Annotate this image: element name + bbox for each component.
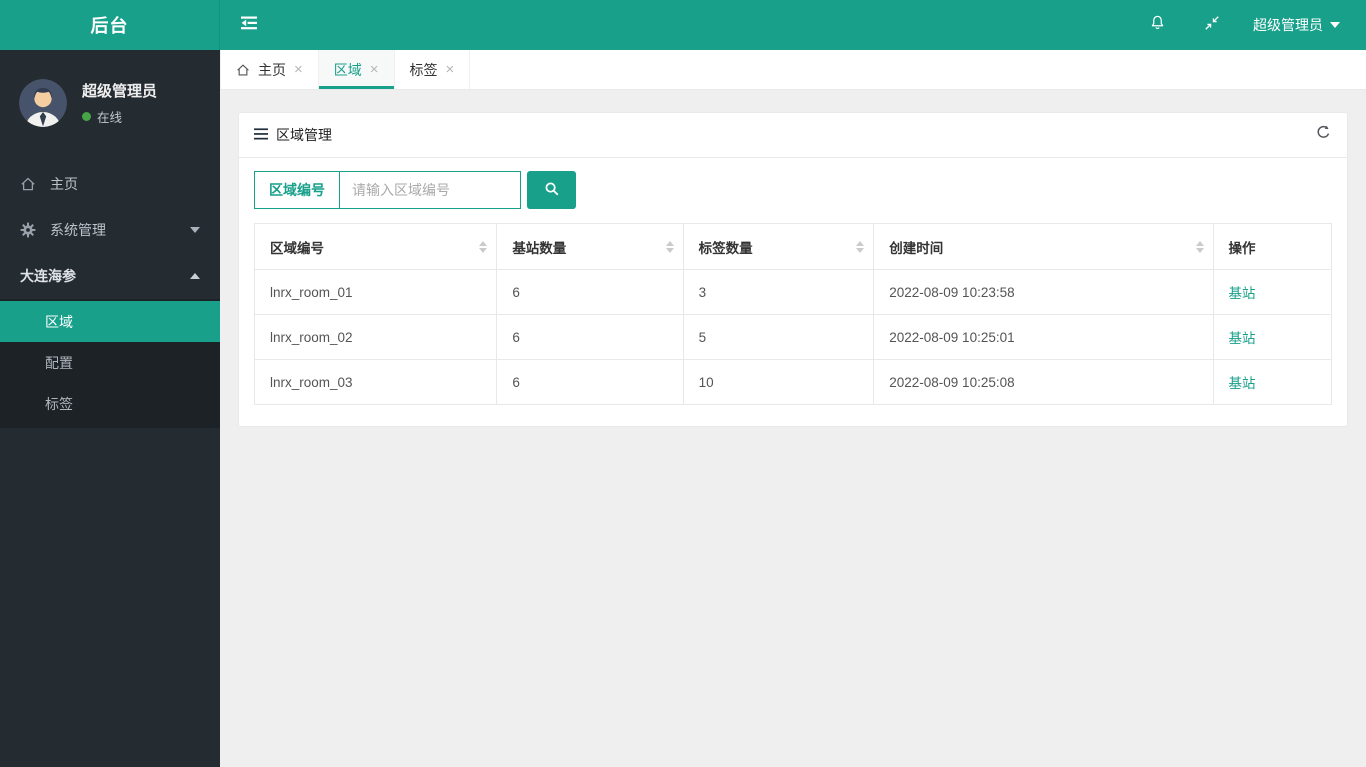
close-icon[interactable]: × xyxy=(446,61,455,78)
sort-icon xyxy=(665,240,674,253)
refresh-button[interactable] xyxy=(1315,124,1332,146)
search-bar: 区域编号 xyxy=(254,171,1332,209)
cell-stations: 6 xyxy=(496,359,684,405)
sidebar-item-label: 区域 xyxy=(45,313,73,330)
sidebar-item-tags[interactable]: 标签 xyxy=(0,383,220,424)
column-label: 标签数量 xyxy=(698,240,753,256)
search-field-label: 区域编号 xyxy=(254,171,340,209)
sidebar-item-dalian[interactable]: 大连海参 xyxy=(0,253,220,299)
avatar[interactable] xyxy=(19,79,67,127)
profile-info: 超级管理员 在线 xyxy=(82,80,157,126)
app-logo: 后台 xyxy=(0,0,220,50)
area-table: 区域编号 基站数量 标签数量 创建时间 操作 lnrx_room_01 6 3 … xyxy=(253,223,1332,405)
base-station-link[interactable]: 基站 xyxy=(1229,331,1256,346)
close-icon[interactable]: × xyxy=(370,61,379,78)
user-profile: 超级管理员 在线 xyxy=(0,50,220,151)
sidebar-item-home[interactable]: 主页 xyxy=(0,161,220,207)
sidebar-item-label: 系统管理 xyxy=(50,222,106,238)
hamburger-icon xyxy=(254,127,268,143)
area-panel: 区域管理 区域编号 请输入区域编号 区域编号 基站数量 标签数量 创建时间 操作… xyxy=(238,112,1348,427)
notifications-button[interactable] xyxy=(1130,0,1185,50)
content-area: 区域管理 区域编号 请输入区域编号 区域编号 基站数量 标签数量 创建时间 操作… xyxy=(220,90,1366,767)
panel-title-label: 区域管理 xyxy=(276,127,332,143)
gear-icon xyxy=(20,222,37,238)
table-header-row: 区域编号 基站数量 标签数量 创建时间 操作 xyxy=(253,223,1332,270)
sidebar-item-area[interactable]: 区域 xyxy=(0,301,220,342)
profile-name: 超级管理员 xyxy=(82,83,158,100)
sidebar-item-label: 主页 xyxy=(50,176,78,192)
column-header-created[interactable]: 创建时间 xyxy=(873,223,1214,270)
tab-label: 区域 xyxy=(333,61,362,78)
sidebar-submenu: 区域 配置 标签 xyxy=(0,299,220,428)
cell-area: lnrx_room_01 xyxy=(253,269,498,315)
sort-icon xyxy=(856,240,865,253)
cell-created: 2022-08-09 10:25:01 xyxy=(873,314,1214,360)
sidebar-collapse-button[interactable] xyxy=(220,0,278,50)
table-row: lnrx_room_03 6 10 2022-08-09 10:25:08 基站 xyxy=(253,359,1332,405)
sidebar-item-system[interactable]: 系统管理 xyxy=(0,207,220,253)
sidebar-item-label: 配置 xyxy=(45,354,73,371)
sidebar-item-label: 大连海参 xyxy=(20,268,76,284)
column-label: 操作 xyxy=(1228,240,1256,256)
cell-area: lnrx_room_02 xyxy=(253,314,498,360)
search-button[interactable] xyxy=(527,171,576,209)
online-status-label: 在线 xyxy=(97,111,123,125)
outdent-icon xyxy=(239,15,259,36)
sidebar: 超级管理员 在线 主页 系统管理 大连海参 区域 配置 标签 xyxy=(0,50,220,767)
user-dropdown-label: 超级管理员 xyxy=(1253,17,1323,33)
column-header-area[interactable]: 区域编号 xyxy=(253,223,498,270)
sort-icon xyxy=(1195,240,1204,253)
tab-area[interactable]: 区域 × xyxy=(318,50,395,89)
column-label: 创建时间 xyxy=(889,240,944,256)
base-station-link[interactable]: 基站 xyxy=(1229,286,1256,301)
column-header-actions: 操作 xyxy=(1212,223,1332,270)
table-row: lnrx_room_02 6 5 2022-08-09 10:25:01 基站 xyxy=(253,314,1332,360)
panel-title: 区域管理 xyxy=(254,125,332,145)
home-icon xyxy=(20,176,37,192)
top-bar: 后台 超级管理员 xyxy=(0,0,1366,50)
home-icon xyxy=(236,63,250,77)
search-input[interactable] xyxy=(340,171,521,209)
close-icon[interactable]: × xyxy=(294,61,303,78)
main-area: 主页 × 区域 × 标签 × 区域管理 区域编号 请输入区域编号 区域编号 基站… xyxy=(220,50,1366,767)
profile-status: 在线 xyxy=(82,107,157,126)
sidebar-item-config[interactable]: 配置 xyxy=(0,342,220,383)
column-header-stations[interactable]: 基站数量 xyxy=(496,223,684,270)
tab-label: 标签 xyxy=(409,61,438,78)
column-label: 区域编号 xyxy=(270,240,324,256)
base-station-link[interactable]: 基站 xyxy=(1229,376,1256,391)
search-icon xyxy=(544,181,560,200)
caret-down-icon xyxy=(1330,22,1340,28)
sidebar-menu: 主页 系统管理 大连海参 区域 配置 标签 xyxy=(0,151,220,428)
tab-label: 主页 xyxy=(258,61,286,78)
cell-tags: 5 xyxy=(682,314,875,360)
sort-icon xyxy=(479,240,488,253)
tab-bar: 主页 × 区域 × 标签 × xyxy=(220,50,1366,90)
panel-body: 区域编号 请输入区域编号 区域编号 基站数量 标签数量 创建时间 操作 lnrx… xyxy=(239,158,1347,426)
cell-created: 2022-08-09 10:23:58 xyxy=(873,269,1214,315)
sidebar-item-label: 标签 xyxy=(45,395,73,412)
cell-tags: 3 xyxy=(682,269,875,315)
compress-icon xyxy=(1204,15,1220,36)
caret-up-icon xyxy=(190,273,200,279)
panel-header: 区域管理 xyxy=(239,113,1347,158)
tab-tags[interactable]: 标签 × xyxy=(395,50,471,89)
cell-created: 2022-08-09 10:25:08 xyxy=(873,359,1214,405)
cell-tags: 10 xyxy=(682,359,875,405)
online-dot-icon xyxy=(82,112,91,121)
cell-area: lnrx_room_03 xyxy=(253,359,498,405)
column-header-tags[interactable]: 标签数量 xyxy=(682,223,875,270)
cell-stations: 6 xyxy=(496,269,684,315)
user-dropdown[interactable]: 超级管理员 xyxy=(1239,0,1366,50)
cell-stations: 6 xyxy=(496,314,684,360)
caret-down-icon xyxy=(190,227,200,233)
refresh-icon xyxy=(1315,124,1332,146)
column-label: 基站数量 xyxy=(512,240,567,256)
table-row: lnrx_room_01 6 3 2022-08-09 10:23:58 基站 xyxy=(253,269,1332,315)
bell-icon xyxy=(1149,14,1166,36)
exit-fullscreen-button[interactable] xyxy=(1185,0,1239,50)
tab-home[interactable]: 主页 × xyxy=(220,50,319,89)
